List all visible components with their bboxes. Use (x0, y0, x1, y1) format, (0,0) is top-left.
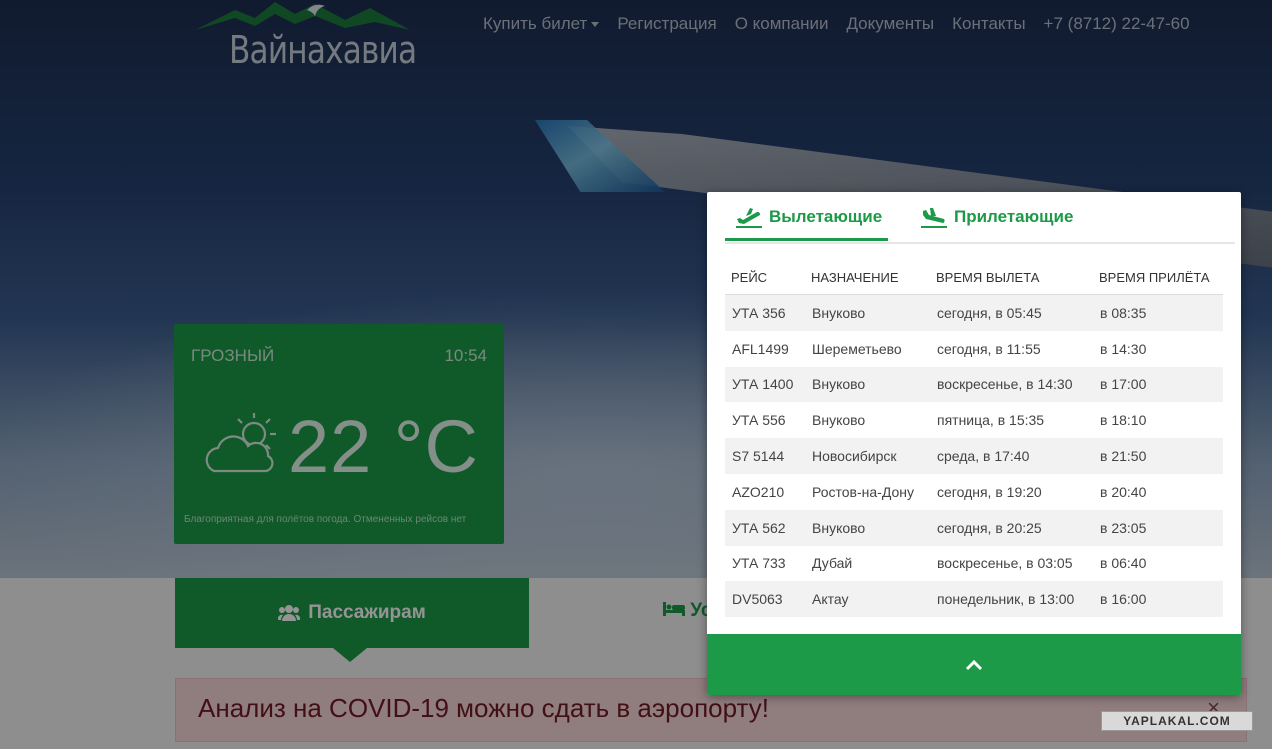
plane-arrival-icon (921, 208, 947, 228)
col-flight: РЕЙС (725, 260, 805, 295)
weather-time: 10:54 (444, 346, 487, 365)
flights-table: РЕЙС НАЗНАЧЕНИЕ ВРЕМЯ ВЫЛЕТА ВРЕМЯ ПРИЛЁ… (725, 260, 1223, 618)
flights-tabs: Вылетающие Прилетающие (725, 192, 1235, 244)
plane-departure-icon (736, 208, 762, 228)
covid-alert-text: Анализ на COVID-19 можно сдать в аэропор… (198, 693, 769, 723)
watermark: YAPLAKAL.COM (1101, 711, 1253, 731)
cell-departure-time: воскресенье, в 14:30 (930, 366, 1093, 403)
collapse-button[interactable] (707, 634, 1241, 695)
cell-arrival-time: в 14:30 (1100, 340, 1147, 357)
nav-buy-ticket-label: Купить билет (483, 14, 588, 33)
cell-departure-time: воскресенье, в 03:05 (937, 555, 1073, 572)
table-row: УТА 1400 Внуково воскресенье, в 14:30 в 17:… (725, 366, 1223, 403)
cell-destination: Актау (805, 581, 930, 618)
active-tab-indicator (725, 238, 888, 241)
cell-flight-number: AZO210 (732, 483, 785, 500)
table-row: УТА 562 Внуково сегодня, в 20:25 в 23:05 (725, 509, 1223, 546)
cell-flight-number: УТА 733 (732, 555, 786, 572)
cell-departure-time: пятница, в 15:35 (937, 412, 1045, 429)
nav-contacts[interactable]: Контакты (952, 14, 1025, 34)
nav-about[interactable]: О компании (735, 14, 829, 34)
tab-departures-label: Вылетающие (769, 207, 883, 226)
cell-destination: Внуково (805, 366, 930, 403)
table-row: DV5063 Актау понедельник, в 13:00 в 16:00 (725, 581, 1223, 618)
nav-buy-ticket[interactable]: Купить билет (483, 14, 600, 34)
partly-cloudy-icon (205, 413, 276, 473)
cell-arrival-time: в 06:40 (1100, 555, 1147, 572)
table-row: AZO210 Ростов-на-Дону сегодня, в 19:20 в 20… (725, 474, 1223, 510)
cell-arrival-time: в 20:40 (1100, 483, 1147, 500)
weather-temperature: 22 °C (288, 405, 479, 488)
cell-destination: Дубай (812, 555, 853, 572)
bed-icon (663, 602, 685, 616)
table-row: AFL1499 Шереметьево сегодня, в 11:55 в 14:3… (725, 331, 1223, 367)
tab-arrivals[interactable]: Прилетающие (920, 206, 1073, 228)
brand-name[interactable]: Вайнахавиа (229, 28, 417, 72)
table-row: S7 5144 Новосибирск среда, в 17:40 в 21:50 (725, 438, 1223, 474)
cell-arrival-time: в 17:00 (1093, 366, 1223, 403)
cell-departure-time: сегодня, в 05:45 (930, 294, 1093, 331)
cell-flight-number: УТА 562 (725, 509, 805, 546)
cell-arrival-time: в 08:35 (1093, 294, 1223, 331)
caret-down-icon (591, 22, 600, 28)
nav-phone[interactable]: +7 (8712) 22-47-60 (1044, 14, 1190, 34)
flights-panel: Вылетающие Прилетающие РЕЙС НАЗНАЧЕНИЕ В… (707, 192, 1241, 695)
cell-destination: Внуково (812, 412, 866, 429)
tab-passengers-label: Пассажирам (308, 602, 426, 623)
cell-flight-number: УТА 356 (725, 294, 805, 331)
table-row: УТА 733 Дубай воскресенье, в 03:05 в 06:40 (725, 546, 1223, 582)
cell-flight-number: УТА 556 (732, 412, 786, 429)
main-nav: Купить билет Регистрация О компании Доку… (483, 14, 1208, 34)
tab-departures[interactable]: Вылетающие (735, 206, 882, 228)
cell-flight-number: УТА 1400 (725, 366, 805, 403)
tab-services[interactable]: Ус (663, 600, 711, 622)
cell-flight-number: S7 5144 (725, 438, 805, 474)
chevron-up-icon (965, 659, 983, 670)
col-departure-time: ВРЕМЯ ВЫЛЕТА (930, 260, 1093, 295)
cell-flight-number: DV5063 (725, 581, 805, 618)
table-row: УТА 556 Внуково пятница, в 15:35 в 18:10 (725, 402, 1223, 438)
weather-city: ГРОЗНЫЙ (191, 346, 275, 365)
nav-documents[interactable]: Документы (846, 14, 934, 34)
cell-destination: Внуково (805, 509, 930, 546)
cell-departure-time: сегодня, в 11:55 (937, 340, 1041, 357)
users-icon (278, 605, 301, 621)
weather-note: Благоприятная для полётов погода. Отмене… (184, 514, 467, 525)
cell-arrival-time: в 16:00 (1093, 581, 1223, 618)
cell-departure-time: сегодня, в 19:20 (937, 483, 1042, 500)
cell-destination: Новосибирск (805, 438, 930, 474)
cell-arrival-time: в 23:05 (1093, 509, 1223, 546)
cell-flight-number: AFL1499 (732, 340, 789, 357)
tab-arrivals-label: Прилетающие (954, 207, 1074, 226)
tab-passengers[interactable]: Пассажирам (175, 578, 529, 662)
cell-arrival-time: в 21:50 (1093, 438, 1223, 474)
weather-widget: ГРОЗНЫЙ 10:54 22 °C Благоприятная для по… (174, 324, 504, 544)
nav-registration[interactable]: Регистрация (617, 14, 716, 34)
col-arrival-time: ВРЕМЯ ПРИЛЁТА (1093, 260, 1223, 295)
cell-destination: Внуково (805, 294, 930, 331)
table-header-row: РЕЙС НАЗНАЧЕНИЕ ВРЕМЯ ВЫЛЕТА ВРЕМЯ ПРИЛЁ… (725, 260, 1223, 295)
cell-departure-time: среда, в 17:40 (930, 438, 1093, 474)
col-destination: НАЗНАЧЕНИЕ (805, 260, 930, 295)
cell-departure-time: сегодня, в 20:25 (930, 509, 1093, 546)
cell-departure-time: понедельник, в 13:00 (930, 581, 1093, 618)
table-row: УТА 356 Внуково сегодня, в 05:45 в 08:35 (725, 294, 1223, 331)
cell-destination: Ростов-на-Дону (812, 483, 914, 500)
cell-destination: Шереметьево (812, 340, 902, 357)
cell-arrival-time: в 18:10 (1100, 412, 1147, 429)
